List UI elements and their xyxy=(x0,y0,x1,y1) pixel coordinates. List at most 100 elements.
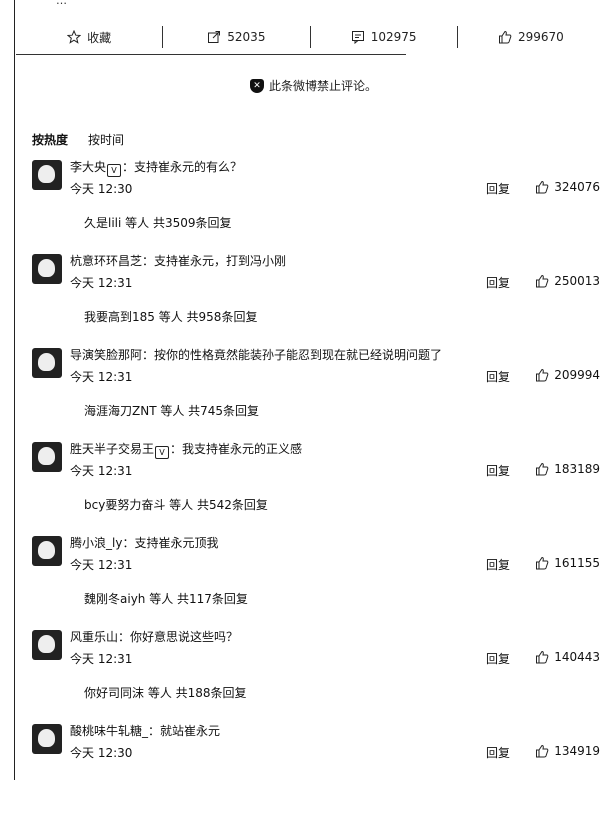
comment-like-button[interactable]: 140443 xyxy=(530,650,600,664)
verified-icon: V xyxy=(155,446,170,459)
subreply-summary[interactable]: 海涯海刀ZNT 等人 共745条回复 xyxy=(84,402,259,419)
comment-like-button[interactable]: 183189 xyxy=(530,462,600,476)
comment-text: ：支持崔永元，打到冯小刚 xyxy=(142,254,287,268)
favorite-button[interactable]: 收藏 xyxy=(16,26,162,48)
comment-line: 导演笑脸那阿：按你的性格竟然能装孙子能忍到现在就已经说明问题了 xyxy=(70,346,442,363)
thumbs-up-icon xyxy=(498,30,512,44)
comment-username[interactable]: 李大央 xyxy=(70,160,106,174)
verified-icon: V xyxy=(107,164,122,177)
comment-like-count: 140443 xyxy=(554,650,600,664)
action-bar: 收藏 52035 102975 299670 xyxy=(16,22,604,52)
comment-like-count: 134919 xyxy=(554,744,600,758)
thumbs-up-icon xyxy=(536,744,549,758)
avatar[interactable] xyxy=(32,630,62,660)
comment-text: ：你好意思说这些吗？ xyxy=(118,630,239,644)
subreply-summary[interactable]: 我要高到185 等人 共958条回复 xyxy=(84,308,257,325)
reply-button[interactable]: 回复 xyxy=(486,556,510,573)
comment-username[interactable]: 风重乐山 xyxy=(70,630,118,644)
subreply-summary[interactable]: 久是lili 等人 共3509条回复 xyxy=(84,214,232,231)
comment-item: 胜天半子交易王 V ：我支持崔永元的正义感 今天 12:31 回复 183189 b… xyxy=(30,438,600,532)
comment-like-button[interactable]: 161155 xyxy=(530,556,600,570)
sort-tabs: 按热度 按时间 xyxy=(32,131,124,148)
favorite-label: 收藏 xyxy=(87,30,112,45)
comment-time: 今天 12:31 xyxy=(70,652,133,666)
comment-like-count: 161155 xyxy=(554,556,600,570)
comment-time: 今天 12:31 xyxy=(70,370,133,384)
thumbs-up-icon xyxy=(536,368,549,382)
comment-line: 胜天半子交易王 V ：我支持崔永元的正义感 xyxy=(70,440,302,459)
comment-item: 李大央 V ：支持崔永元的有么？ 今天 12:30 回复 324076 久是lili… xyxy=(30,156,600,250)
comment-time: 今天 12:30 xyxy=(70,182,133,196)
comment-text: ：支持崔永元的有么？ xyxy=(122,160,243,174)
comment-text: ：就站崔永元 xyxy=(148,724,221,738)
comment-username[interactable]: 杭意环环昌芝 xyxy=(70,254,142,268)
comment-line: 腾小浪_ly：支持崔永元顶我 xyxy=(70,534,218,551)
comment-count: 102975 xyxy=(370,30,417,44)
comment-like-button[interactable]: 209994 xyxy=(530,368,600,382)
comment-time: 今天 12:31 xyxy=(70,558,133,572)
comment-time: 今天 12:30 xyxy=(70,746,133,760)
thumbs-up-icon xyxy=(536,180,549,194)
subreply-summary[interactable]: bcy要努力奋斗 等人 共542条回复 xyxy=(84,496,268,513)
thumbs-up-icon xyxy=(536,274,549,288)
like-button[interactable]: 299670 xyxy=(456,26,604,48)
comment-username[interactable]: 胜天半子交易王 xyxy=(70,442,154,456)
top-snippet-text: … xyxy=(56,0,67,7)
avatar[interactable] xyxy=(32,536,62,566)
lock-icon: ✕ xyxy=(250,78,264,93)
comment-icon xyxy=(351,31,364,44)
action-bar-underline xyxy=(16,54,406,55)
top-snippet: … xyxy=(56,0,67,7)
comment-item: 腾小浪_ly：支持崔永元顶我 今天 12:31 回复 161155 魏刚冬aiy… xyxy=(30,532,600,626)
avatar[interactable] xyxy=(32,348,62,378)
thumbs-up-icon xyxy=(536,650,549,664)
comment-line: 李大央 V ：支持崔永元的有么？ xyxy=(70,158,242,177)
share-button[interactable]: 52035 xyxy=(162,26,309,48)
reply-button[interactable]: 回复 xyxy=(486,462,510,479)
reply-button[interactable]: 回复 xyxy=(486,180,510,197)
comment-like-button[interactable]: 250013 xyxy=(530,274,600,288)
comment-item: 导演笑脸那阿：按你的性格竟然能装孙子能忍到现在就已经说明问题了 今天 12:31… xyxy=(30,344,600,438)
comment-button[interactable]: 102975 xyxy=(309,26,457,48)
subreply-summary[interactable]: 魏刚冬aiyh 等人 共117条回复 xyxy=(84,590,248,607)
comment-text: ：支持崔永元顶我 xyxy=(122,536,219,550)
comment-text: ：按你的性格竟然能装孙子能忍到现在就已经说明问题了 xyxy=(142,348,443,362)
star-icon xyxy=(67,30,82,44)
notice-text: 此条微博禁止评论。 xyxy=(269,79,378,93)
comment-like-count: 250013 xyxy=(554,274,600,288)
thumbs-up-icon xyxy=(536,556,549,570)
like-count: 299670 xyxy=(517,30,564,44)
reply-button[interactable]: 回复 xyxy=(486,650,510,667)
comment-item: 风重乐山：你好意思说这些吗？ 今天 12:31 回复 140443 你好司同沫 … xyxy=(30,626,600,720)
avatar[interactable] xyxy=(32,442,62,472)
comment-like-count: 209994 xyxy=(554,368,600,382)
comment-line: 风重乐山：你好意思说这些吗？ xyxy=(70,628,238,645)
thumbs-up-icon xyxy=(536,462,549,476)
comments-disabled-notice: ✕ 此条微博禁止评论。 xyxy=(250,77,377,94)
comment-text: ：我支持崔永元的正义感 xyxy=(170,442,303,456)
avatar[interactable] xyxy=(32,724,62,754)
comment-item: 杭意环环昌芝：支持崔永元，打到冯小刚 今天 12:31 回复 250013 我要… xyxy=(30,250,600,344)
comment-like-count: 183189 xyxy=(554,462,600,476)
comment-like-button[interactable]: 324076 xyxy=(530,180,600,194)
comment-username[interactable]: 导演笑脸那阿 xyxy=(70,348,142,362)
comment-username[interactable]: 腾小浪_ly xyxy=(70,536,122,550)
reply-button[interactable]: 回复 xyxy=(486,274,510,291)
comment-item: 酸桃味牛轧糖_：就站崔永元 今天 12:30 回复 134919 xyxy=(30,720,600,814)
avatar[interactable] xyxy=(32,160,62,190)
comment-time: 今天 12:31 xyxy=(70,276,133,290)
reply-button[interactable]: 回复 xyxy=(486,368,510,385)
comment-line: 酸桃味牛轧糖_：就站崔永元 xyxy=(70,722,220,739)
comment-line: 杭意环环昌芝：支持崔永元，打到冯小刚 xyxy=(70,252,286,269)
comment-username[interactable]: 酸桃味牛轧糖_ xyxy=(70,724,148,738)
reply-button[interactable]: 回复 xyxy=(486,744,510,761)
tab-sort-time[interactable]: 按时间 xyxy=(88,131,124,148)
comment-time: 今天 12:31 xyxy=(70,464,133,478)
subreply-summary[interactable]: 你好司同沫 等人 共188条回复 xyxy=(84,684,247,701)
tab-sort-hot[interactable]: 按热度 xyxy=(32,131,68,148)
share-count: 52035 xyxy=(227,30,266,44)
avatar[interactable] xyxy=(32,254,62,284)
comment-like-count: 324076 xyxy=(554,180,600,194)
comment-like-button[interactable]: 134919 xyxy=(530,744,600,758)
share-icon xyxy=(208,31,221,43)
